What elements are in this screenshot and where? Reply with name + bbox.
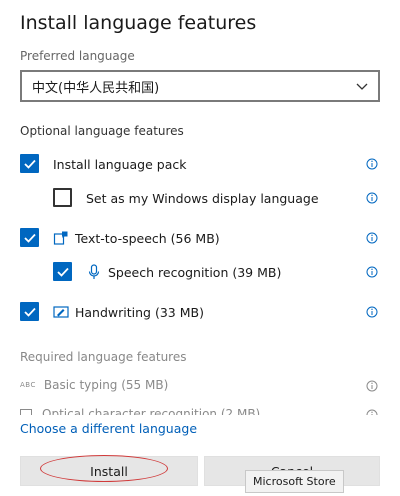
- chevron-down-icon: [356, 83, 368, 90]
- required-row-basic-typing: ABC Basic typing (55 MB): [20, 378, 380, 392]
- feature-row-display-language: Set as my Windows display language: [0, 185, 400, 211]
- info-icon[interactable]: [366, 266, 378, 278]
- microsoft-store-tooltip: Microsoft Store: [245, 470, 344, 493]
- display-language-checkbox[interactable]: [53, 188, 72, 207]
- speech-recognition-checkbox[interactable]: [53, 262, 72, 281]
- required-features-list: ABC Basic typing (55 MB) Optical charact…: [0, 370, 400, 415]
- ocr-icon: [20, 409, 32, 415]
- checkmark-icon: [57, 267, 69, 277]
- info-icon[interactable]: [366, 158, 378, 170]
- preferred-language-value: 中文(中华人民共和国): [32, 80, 160, 96]
- basic-typing-label: Basic typing (55 MB): [43, 378, 169, 392]
- display-language-label: Set as my Windows display language: [86, 190, 319, 206]
- text-to-speech-icon: [53, 231, 68, 245]
- preferred-language-select[interactable]: 中文(中华人民共和国): [20, 70, 380, 102]
- feature-row-handwriting: Handwriting (33 MB): [0, 299, 400, 325]
- feature-row-language-pack: Install language pack: [0, 151, 400, 177]
- required-features-label: Required language features: [20, 350, 187, 364]
- language-pack-checkbox[interactable]: [20, 154, 39, 173]
- info-icon[interactable]: [366, 192, 378, 204]
- info-icon[interactable]: [366, 409, 378, 415]
- checkmark-icon: [24, 233, 36, 243]
- text-to-speech-label: Text-to-speech (56 MB): [75, 230, 220, 246]
- install-button[interactable]: Install: [20, 456, 198, 486]
- speech-recognition-label: Speech recognition (39 MB): [108, 264, 282, 280]
- microphone-icon: [88, 264, 100, 279]
- checkmark-icon: [24, 159, 36, 169]
- preferred-language-label: Preferred language: [20, 49, 135, 63]
- handwriting-checkbox[interactable]: [20, 302, 39, 321]
- info-icon[interactable]: [366, 232, 378, 244]
- text-to-speech-checkbox[interactable]: [20, 228, 39, 247]
- required-row-ocr: Optical character recognition (2 MB): [20, 407, 380, 415]
- feature-row-speech-recognition: Speech recognition (39 MB): [0, 259, 400, 285]
- page-title: Install language features: [20, 12, 257, 34]
- info-icon[interactable]: [366, 380, 378, 392]
- ocr-label: Optical character recognition (2 MB): [42, 407, 261, 415]
- optional-features-label: Optional language features: [20, 124, 184, 138]
- checkmark-icon: [24, 307, 36, 317]
- handwriting-icon: [53, 306, 69, 318]
- feature-row-text-to-speech: Text-to-speech (56 MB): [0, 225, 400, 251]
- choose-different-language-link[interactable]: Choose a different language: [20, 421, 198, 436]
- language-pack-label: Install language pack: [53, 156, 187, 172]
- info-icon[interactable]: [366, 306, 378, 318]
- handwriting-label: Handwriting (33 MB): [75, 304, 204, 320]
- basic-typing-icon: ABC: [20, 381, 36, 389]
